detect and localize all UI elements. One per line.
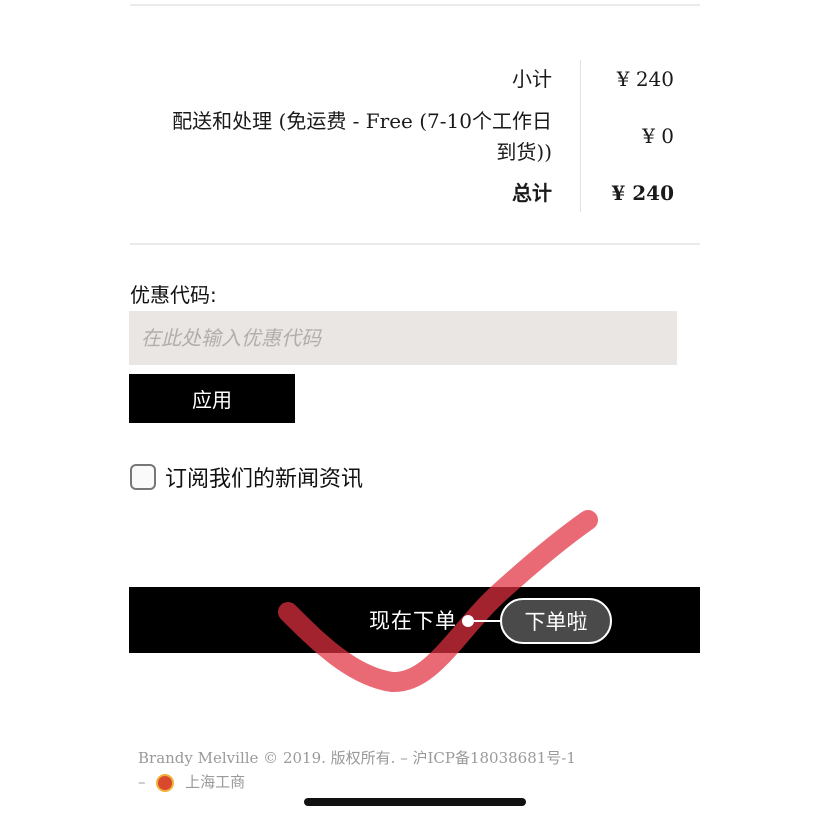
place-order-button[interactable]: 现在下单 xyxy=(129,587,700,653)
summary-column-separator xyxy=(580,60,581,212)
total-label: 总计 xyxy=(512,181,552,205)
callout-pointer-line xyxy=(474,620,502,622)
promo-code-title: 优惠代码: xyxy=(130,283,217,307)
top-divider xyxy=(130,4,700,6)
newsletter-row[interactable]: 订阅我们的新闻资讯 xyxy=(130,461,363,493)
footer-dash: – xyxy=(138,773,146,791)
promo-code-input[interactable] xyxy=(129,311,677,365)
summary-divider xyxy=(130,243,700,245)
place-order-label: 现在下单 xyxy=(369,609,457,633)
newsletter-checkbox[interactable] xyxy=(130,464,156,490)
shipping-label-line1: 配送和处理 (免运费 - Free (7-10个工作日 xyxy=(172,109,552,133)
callout-pointer-dot xyxy=(462,615,474,627)
total-value: ¥ 240 xyxy=(611,181,674,205)
home-indicator xyxy=(304,798,526,806)
footer-badge-row[interactable]: – 上海工商 xyxy=(138,771,245,792)
shipping-label-line2: 到货)) xyxy=(496,140,552,164)
callout-bubble: 下单啦 xyxy=(500,598,612,644)
police-badge-icon xyxy=(156,774,175,792)
newsletter-label: 订阅我们的新闻资讯 xyxy=(165,467,364,492)
footer-badge-label[interactable]: 上海工商 xyxy=(185,773,245,791)
apply-promo-button[interactable]: 应用 xyxy=(129,374,295,423)
subtotal-label: 小计 xyxy=(512,67,552,91)
footer-copyright: Brandy Melville © 2019. 版权所有. – 沪ICP备180… xyxy=(138,749,576,767)
shipping-value: ¥ 0 xyxy=(642,124,674,148)
subtotal-value: ¥ 240 xyxy=(616,67,674,91)
